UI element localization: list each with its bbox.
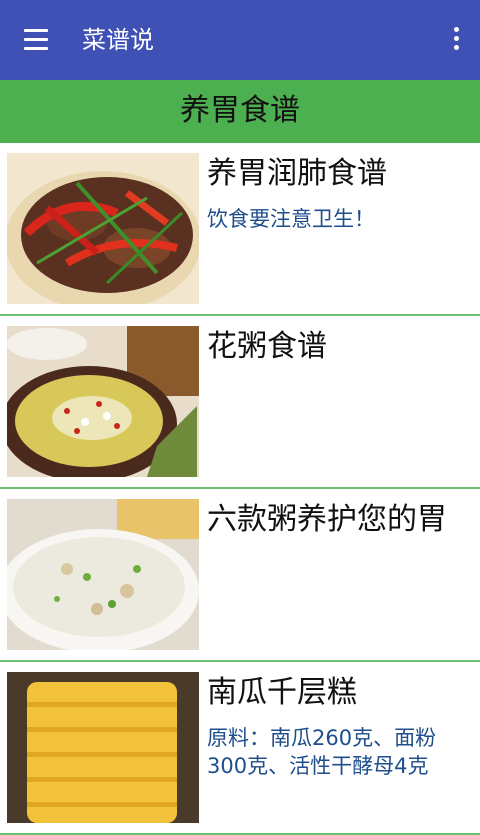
recipe-thumbnail [7, 672, 199, 823]
recipe-list: 养胃润肺食谱 饮食要注意卫生！ 花粥食谱 六款粥养护您的胃 南瓜千层糕 原料：南… [0, 143, 480, 835]
recipe-list-item[interactable]: 养胃润肺食谱 饮食要注意卫生！ [0, 143, 480, 316]
recipe-title: 养胃润肺食谱 [207, 156, 387, 191]
recipe-thumbnail [7, 326, 199, 477]
more-vert-icon[interactable] [446, 24, 466, 56]
app-title: 菜谱说 [82, 26, 154, 54]
recipe-title: 花粥食谱 [207, 329, 327, 364]
app-bar: 菜谱说 [0, 0, 480, 80]
recipe-thumbnail [7, 153, 199, 304]
recipe-title: 南瓜千层糕 [207, 675, 357, 710]
recipe-description: 原料：南瓜260克、面粉300克、活性干酵母4克 [207, 726, 437, 778]
menu-icon[interactable] [22, 26, 50, 54]
recipe-thumbnail [7, 499, 199, 650]
recipe-title: 六款粥养护您的胃 [207, 502, 447, 537]
recipe-list-item[interactable]: 六款粥养护您的胃 [0, 489, 480, 662]
recipe-description: 饮食要注意卫生！ [207, 207, 375, 231]
recipe-list-item[interactable]: 花粥食谱 [0, 316, 480, 489]
recipe-list-item[interactable]: 南瓜千层糕 原料：南瓜260克、面粉300克、活性干酵母4克 [0, 662, 480, 835]
section-title: 养胃食谱 [180, 93, 300, 128]
section-header: 养胃食谱 [0, 80, 480, 143]
